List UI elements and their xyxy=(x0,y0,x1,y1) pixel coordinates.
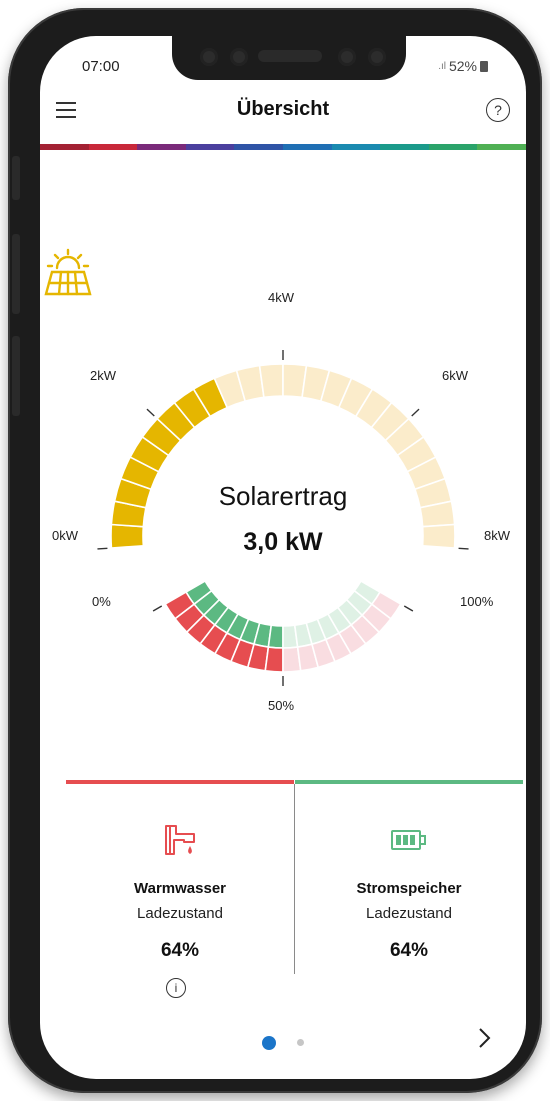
signal-icon: .ıl xyxy=(438,60,446,72)
card-accent-bar xyxy=(295,780,523,784)
tick-label-4kw: 4kW xyxy=(268,290,294,305)
tick-label-8kw: 8kW xyxy=(484,528,510,543)
tick-label-2kw: 2kW xyxy=(90,368,116,383)
phone-frame: 07:00 .ıl 52% Übersicht ? Solarertrag 3,… xyxy=(8,8,542,1093)
screen: 07:00 .ıl 52% Übersicht ? Solarertrag 3,… xyxy=(40,36,526,1079)
camera-lens xyxy=(200,48,218,66)
solar-panel-icon xyxy=(44,248,92,296)
solar-gauge-segment xyxy=(258,363,284,399)
balance-gauge-segment xyxy=(264,646,284,673)
sensor-lens xyxy=(338,48,356,66)
solar-value: 3,0 kW xyxy=(243,528,323,556)
volume-down-button xyxy=(12,336,20,416)
tick-label-0pct: 0% xyxy=(92,594,111,609)
card-value: 64% xyxy=(389,940,429,961)
brand-stripe xyxy=(40,144,526,150)
balance-gauge-tick xyxy=(152,605,163,612)
card-value: 64% xyxy=(160,940,200,961)
solar-gauge-tick xyxy=(146,408,155,417)
balance-gauge-tick xyxy=(403,605,414,612)
app-bar: Übersicht ? xyxy=(40,92,526,132)
status-indicators: .ıl 52% xyxy=(438,58,488,74)
status-cards: Warmwasser Ladezustand 64% Stromspeicher… xyxy=(66,780,523,1000)
solar-gauge-tick xyxy=(411,408,420,417)
page-indicator xyxy=(40,1034,526,1052)
energy-gauge: Solarertrag 3,0 kW 0kW 2kW 4kW 6kW 8kW 0… xyxy=(40,246,526,716)
hot-water-faucet-icon xyxy=(165,825,195,855)
battery-percent: 52% xyxy=(448,58,477,74)
battery-icon xyxy=(391,830,426,850)
card-title: Stromspeicher xyxy=(356,880,462,897)
tick-label-50pct: 50% xyxy=(268,698,295,713)
info-icon[interactable]: i xyxy=(166,978,186,998)
mute-switch xyxy=(12,156,20,200)
notch xyxy=(172,36,406,80)
status-time: 07:00 xyxy=(82,58,120,75)
page-dot[interactable] xyxy=(296,1039,304,1047)
tick-label-6kw: 6kW xyxy=(442,368,468,383)
card-warmwasser[interactable]: Warmwasser Ladezustand 64% xyxy=(66,780,294,1000)
volume-up-button xyxy=(12,234,20,314)
chevron-right-icon[interactable] xyxy=(474,1026,494,1050)
card-stromspeicher[interactable]: Stromspeicher Ladezustand 64% xyxy=(295,780,523,1000)
page-title: Übersicht xyxy=(236,98,330,120)
card-subtitle: Ladezustand xyxy=(366,905,452,922)
solar-label: Solarertrag xyxy=(218,481,348,511)
sensor-lens xyxy=(368,48,386,66)
speaker xyxy=(258,50,322,62)
card-subtitle: Ladezustand xyxy=(137,905,223,922)
sensor-lens xyxy=(230,48,248,66)
tick-label-0kw: 0kW xyxy=(52,528,78,543)
card-accent-bar xyxy=(66,780,294,784)
balance-gauge-segment xyxy=(267,624,284,649)
help-icon[interactable]: ? xyxy=(486,98,510,122)
page-dot-active[interactable] xyxy=(262,1035,277,1050)
tick-label-100pct: 100% xyxy=(460,594,494,609)
card-title: Warmwasser xyxy=(134,880,226,897)
battery-status-icon xyxy=(480,60,488,72)
